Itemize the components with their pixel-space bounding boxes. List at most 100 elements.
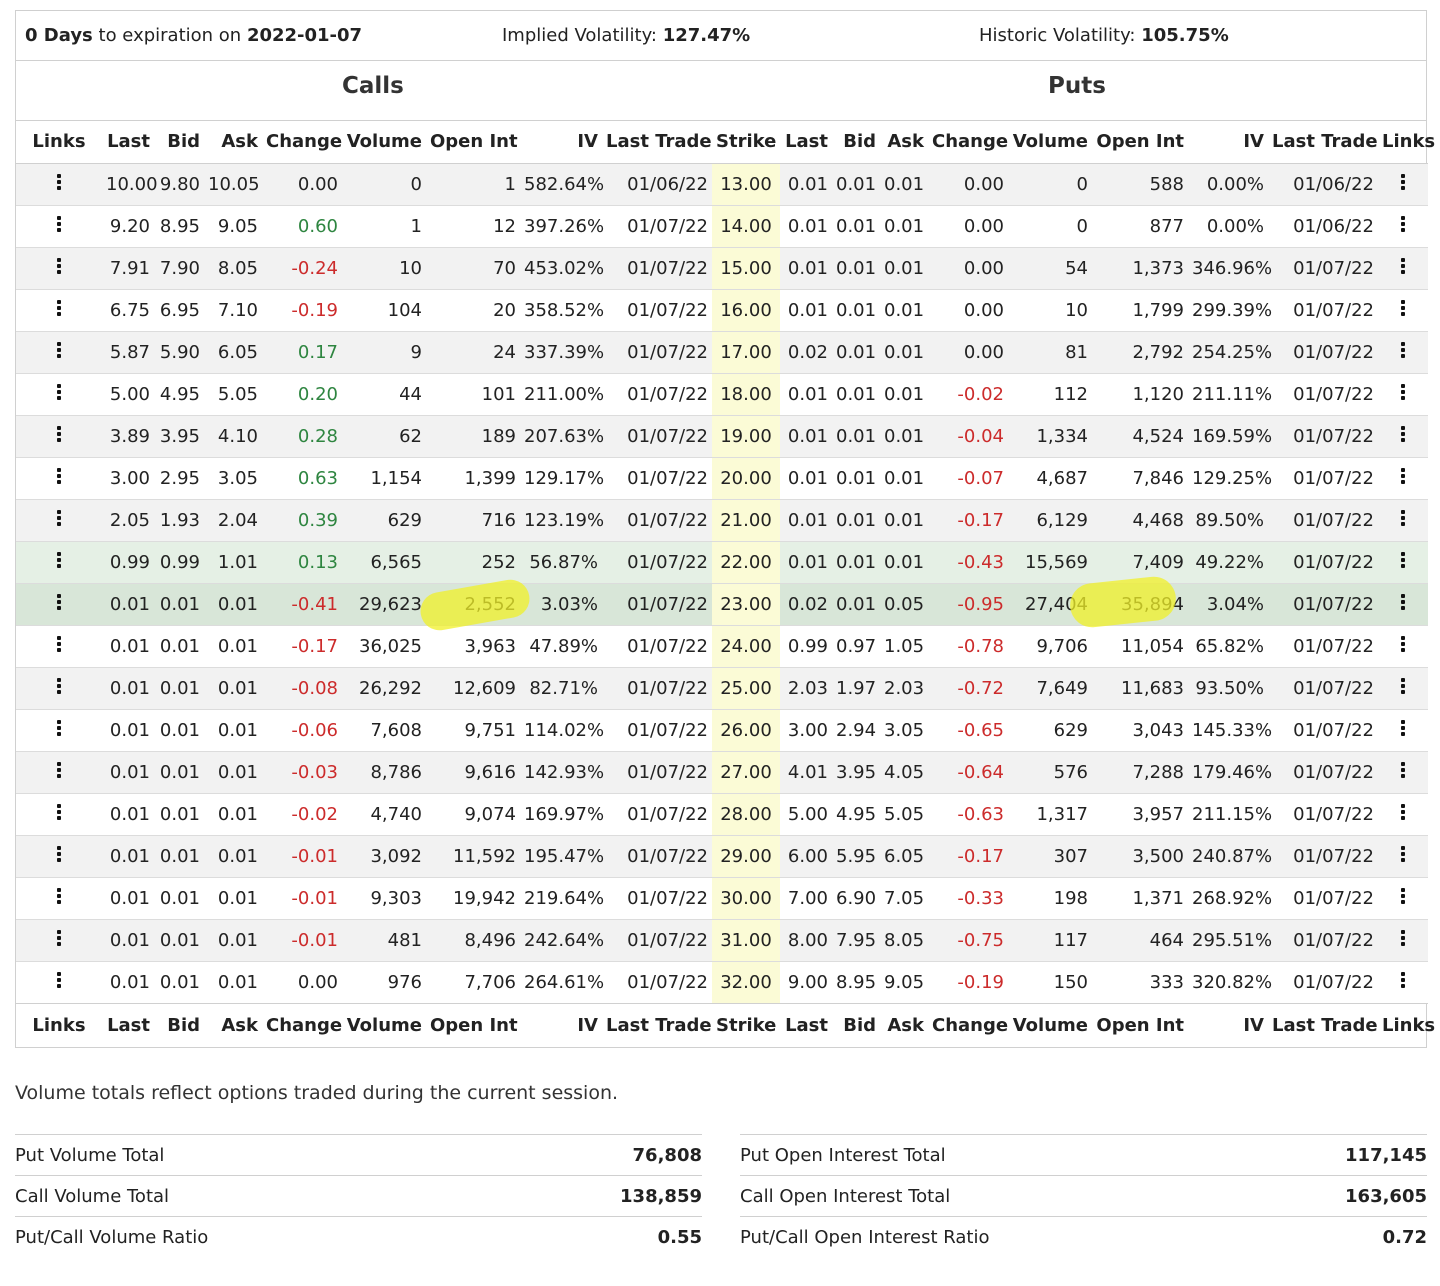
- calls-links-cell[interactable]: [16, 415, 102, 457]
- puts-links-kebab-icon[interactable]: [1400, 172, 1406, 192]
- puts-links-cell[interactable]: [1378, 919, 1428, 961]
- footer-col-strike-strike-header[interactable]: Strike: [712, 1003, 780, 1047]
- col-puts-change-header[interactable]: Change: [928, 121, 1008, 163]
- col-puts-iv-header[interactable]: IV: [1188, 121, 1268, 163]
- calls-links-cell[interactable]: [16, 793, 102, 835]
- footer-col-calls-open-int-header[interactable]: Open Int: [426, 1003, 520, 1047]
- col-puts-links-header[interactable]: Links: [1378, 121, 1428, 163]
- col-puts-open-int-header[interactable]: Open Int: [1092, 121, 1188, 163]
- puts-links-kebab-icon[interactable]: [1400, 298, 1406, 318]
- calls-links-cell[interactable]: [16, 205, 102, 247]
- calls-links-kebab-icon[interactable]: [56, 214, 62, 234]
- footer-col-puts-last-trade-header[interactable]: Last Trade: [1268, 1003, 1378, 1047]
- puts-links-kebab-icon[interactable]: [1400, 928, 1406, 948]
- footer-col-calls-links-header[interactable]: Links: [16, 1003, 102, 1047]
- puts-links-kebab-icon[interactable]: [1400, 802, 1406, 822]
- calls-links-kebab-icon[interactable]: [56, 298, 62, 318]
- puts-links-cell[interactable]: [1378, 331, 1428, 373]
- puts-links-cell[interactable]: [1378, 373, 1428, 415]
- calls-links-kebab-icon[interactable]: [56, 172, 62, 192]
- calls-links-kebab-icon[interactable]: [56, 466, 62, 486]
- col-calls-last-trade-header[interactable]: Last Trade: [602, 121, 712, 163]
- calls-links-kebab-icon[interactable]: [56, 718, 62, 738]
- calls-links-kebab-icon[interactable]: [56, 634, 62, 654]
- footer-col-calls-last-trade-header[interactable]: Last Trade: [602, 1003, 712, 1047]
- calls-links-cell[interactable]: [16, 961, 102, 1003]
- calls-links-cell[interactable]: [16, 751, 102, 793]
- footer-col-calls-iv-header[interactable]: IV: [520, 1003, 602, 1047]
- calls-links-kebab-icon[interactable]: [56, 550, 62, 570]
- puts-links-kebab-icon[interactable]: [1400, 550, 1406, 570]
- calls-links-cell[interactable]: [16, 331, 102, 373]
- puts-links-cell[interactable]: [1378, 583, 1428, 625]
- puts-links-kebab-icon[interactable]: [1400, 970, 1406, 990]
- puts-links-kebab-icon[interactable]: [1400, 844, 1406, 864]
- footer-col-puts-bid-header[interactable]: Bid: [832, 1003, 880, 1047]
- calls-links-cell[interactable]: [16, 457, 102, 499]
- col-puts-volume-header[interactable]: Volume: [1008, 121, 1092, 163]
- puts-links-kebab-icon[interactable]: [1400, 466, 1406, 486]
- calls-links-cell[interactable]: [16, 877, 102, 919]
- puts-links-kebab-icon[interactable]: [1400, 508, 1406, 528]
- calls-links-cell[interactable]: [16, 625, 102, 667]
- puts-links-cell[interactable]: [1378, 709, 1428, 751]
- puts-links-cell[interactable]: [1378, 961, 1428, 1003]
- puts-links-cell[interactable]: [1378, 247, 1428, 289]
- calls-links-cell[interactable]: [16, 709, 102, 751]
- calls-links-kebab-icon[interactable]: [56, 256, 62, 276]
- calls-links-cell[interactable]: [16, 499, 102, 541]
- calls-links-kebab-icon[interactable]: [56, 886, 62, 906]
- puts-links-cell[interactable]: [1378, 793, 1428, 835]
- col-puts-ask-header[interactable]: Ask: [880, 121, 928, 163]
- puts-links-cell[interactable]: [1378, 499, 1428, 541]
- calls-links-kebab-icon[interactable]: [56, 760, 62, 780]
- calls-links-kebab-icon[interactable]: [56, 592, 62, 612]
- footer-col-calls-volume-header[interactable]: Volume: [342, 1003, 426, 1047]
- footer-col-puts-iv-header[interactable]: IV: [1188, 1003, 1268, 1047]
- puts-links-kebab-icon[interactable]: [1400, 676, 1406, 696]
- col-strike-strike-header[interactable]: Strike: [712, 121, 780, 163]
- puts-links-cell[interactable]: [1378, 751, 1428, 793]
- puts-links-cell[interactable]: [1378, 289, 1428, 331]
- puts-links-kebab-icon[interactable]: [1400, 760, 1406, 780]
- calls-links-cell[interactable]: [16, 919, 102, 961]
- calls-links-kebab-icon[interactable]: [56, 676, 62, 696]
- puts-links-cell[interactable]: [1378, 625, 1428, 667]
- footer-col-puts-links-header[interactable]: Links: [1378, 1003, 1428, 1047]
- col-calls-change-header[interactable]: Change: [262, 121, 342, 163]
- footer-col-puts-change-header[interactable]: Change: [928, 1003, 1008, 1047]
- calls-links-kebab-icon[interactable]: [56, 970, 62, 990]
- calls-links-cell[interactable]: [16, 541, 102, 583]
- puts-links-kebab-icon[interactable]: [1400, 424, 1406, 444]
- footer-col-puts-last-header[interactable]: Last: [780, 1003, 832, 1047]
- puts-links-cell[interactable]: [1378, 835, 1428, 877]
- puts-links-kebab-icon[interactable]: [1400, 382, 1406, 402]
- calls-links-cell[interactable]: [16, 583, 102, 625]
- footer-col-calls-bid-header[interactable]: Bid: [154, 1003, 204, 1047]
- puts-links-cell[interactable]: [1378, 541, 1428, 583]
- footer-col-puts-volume-header[interactable]: Volume: [1008, 1003, 1092, 1047]
- col-calls-bid-header[interactable]: Bid: [154, 121, 204, 163]
- puts-links-cell[interactable]: [1378, 205, 1428, 247]
- puts-links-kebab-icon[interactable]: [1400, 634, 1406, 654]
- puts-links-cell[interactable]: [1378, 163, 1428, 205]
- col-calls-last-header[interactable]: Last: [102, 121, 154, 163]
- puts-links-cell[interactable]: [1378, 415, 1428, 457]
- calls-links-kebab-icon[interactable]: [56, 340, 62, 360]
- calls-links-cell[interactable]: [16, 289, 102, 331]
- puts-links-kebab-icon[interactable]: [1400, 592, 1406, 612]
- calls-links-cell[interactable]: [16, 667, 102, 709]
- puts-links-cell[interactable]: [1378, 457, 1428, 499]
- calls-links-kebab-icon[interactable]: [56, 928, 62, 948]
- calls-links-cell[interactable]: [16, 163, 102, 205]
- calls-links-kebab-icon[interactable]: [56, 844, 62, 864]
- footer-col-puts-open-int-header[interactable]: Open Int: [1092, 1003, 1188, 1047]
- calls-links-cell[interactable]: [16, 835, 102, 877]
- col-calls-ask-header[interactable]: Ask: [204, 121, 262, 163]
- calls-links-kebab-icon[interactable]: [56, 802, 62, 822]
- footer-col-calls-last-header[interactable]: Last: [102, 1003, 154, 1047]
- col-puts-last-header[interactable]: Last: [780, 121, 832, 163]
- puts-links-cell[interactable]: [1378, 877, 1428, 919]
- footer-col-calls-change-header[interactable]: Change: [262, 1003, 342, 1047]
- calls-links-kebab-icon[interactable]: [56, 382, 62, 402]
